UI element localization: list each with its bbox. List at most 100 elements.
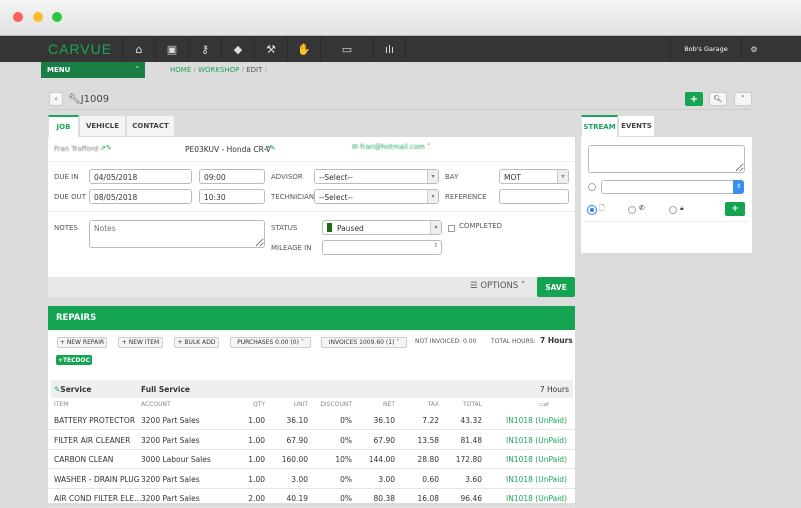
- cell-account: 3000 Labour Sales: [141, 455, 211, 464]
- tab-contact[interactable]: CONTACT: [126, 115, 175, 137]
- cell-qty: 2.00: [248, 494, 265, 503]
- cell-item: BATTERY PROTECTOR: [54, 416, 136, 425]
- cell-tax: 0.60: [422, 474, 439, 484]
- back-button[interactable]: ‹: [49, 92, 63, 106]
- tab-events[interactable]: EVENTS: [618, 115, 655, 137]
- key-icon[interactable]: ⚷: [188, 36, 221, 62]
- new-repair-button[interactable]: + NEW REPAIR: [57, 337, 107, 348]
- breadcrumb-workshop[interactable]: WORKSHOP: [198, 66, 239, 74]
- bay-select[interactable]: MOT: [499, 169, 569, 184]
- handshake-icon[interactable]: ✋: [287, 36, 320, 62]
- breadcrumb-edit: EDIT: [246, 66, 263, 74]
- radio-option[interactable]: [588, 183, 596, 191]
- cell-total: 3.60: [465, 474, 482, 484]
- email-link[interactable]: ✉ fran@hotmail.com ˅: [352, 143, 431, 151]
- minimize-window-button[interactable]: [33, 12, 43, 22]
- radio-note-selected[interactable]: [588, 206, 596, 214]
- divider: [48, 109, 752, 110]
- mileage-input[interactable]: ⇕: [322, 240, 442, 255]
- due-in-time-input[interactable]: 09:00: [199, 169, 265, 184]
- tab-stream[interactable]: STREAM: [581, 115, 618, 137]
- notes-textarea[interactable]: [89, 220, 265, 248]
- col-tax: TAX: [427, 401, 439, 408]
- cell-qty: 1.00: [248, 455, 265, 464]
- cell-net: 80.38: [373, 494, 395, 503]
- search-button[interactable]: 🔍︎: [709, 92, 727, 106]
- advisor-select[interactable]: --Select--: [314, 169, 439, 184]
- customer-name[interactable]: Fran Trafford: [54, 145, 98, 153]
- table-row[interactable]: AIR COND FILTER ELE... 3200 Part Sales 2.0…: [48, 489, 575, 508]
- due-out-date-input[interactable]: 08/05/2018: [89, 189, 192, 204]
- table-row[interactable]: CARBON CLEAN 3000 Labour Sales 1.00 160.00 1…: [48, 450, 575, 469]
- radio-private[interactable]: [669, 206, 677, 214]
- repair-group-name[interactable]: ✎Service: [54, 385, 91, 394]
- maximize-window-button[interactable]: [52, 12, 62, 22]
- cell-account: 3200 Part Sales: [141, 416, 200, 425]
- more-dropdown-button[interactable]: ˅: [734, 92, 752, 106]
- vehicle-label[interactable]: PE03KUV - Honda CR-V: [185, 145, 271, 154]
- invoices-label: INVOICES 1009.60 (1): [328, 339, 395, 346]
- purchases-dropdown[interactable]: PURCHASES 0.00 (0) ˅: [230, 337, 311, 348]
- cell-unit: 67.90: [286, 435, 308, 445]
- home-icon[interactable]: ⌂: [122, 36, 155, 62]
- status-color-swatch: [327, 223, 332, 232]
- hamburger-icon: ☰: [470, 281, 478, 291]
- cell-item: WASHER - DRAIN PLUG: [54, 474, 140, 484]
- due-in-date-input[interactable]: 04/05/2018: [89, 169, 192, 184]
- cell-invoice[interactable]: IN1018 (UnPaid): [506, 455, 567, 464]
- menu-button[interactable]: MENU ˅: [41, 62, 145, 78]
- settings-icon[interactable]: ⚙: [741, 36, 766, 62]
- table-header: ITEM ACCOUNT QTY UNIT DISCOUNT NET TAX T…: [48, 401, 575, 411]
- reference-input[interactable]: [499, 189, 569, 204]
- bay-label: BAY: [445, 173, 459, 181]
- tab-vehicle[interactable]: VEHICLE: [79, 115, 126, 137]
- cell-net: 67.90: [373, 435, 395, 445]
- cell-qty: 1.00: [248, 474, 265, 484]
- edit-customer-icon[interactable]: ⇗✎: [100, 144, 112, 152]
- save-button[interactable]: SAVE: [537, 277, 575, 297]
- radio-call[interactable]: [628, 206, 636, 214]
- address-book-icon[interactable]: ▣: [155, 36, 188, 62]
- table-row[interactable]: BATTERY PROTECTOR 3200 Part Sales 1.00 36.1…: [48, 411, 575, 430]
- logo[interactable]: CARVUE: [48, 41, 112, 57]
- cell-invoice[interactable]: IN1018 (UnPaid): [506, 416, 567, 425]
- money-icon[interactable]: ▭: [320, 36, 373, 62]
- stream-select[interactable]: ⇕: [601, 180, 744, 194]
- cell-invoice[interactable]: IN1018 (UnPaid): [506, 475, 567, 484]
- table-row[interactable]: WASHER - DRAIN PLUG 3200 Part Sales 1.00 3.…: [48, 470, 575, 489]
- window-titlebar: [0, 0, 801, 36]
- add-stream-button[interactable]: +: [725, 202, 745, 216]
- wrench-icon[interactable]: ⚒: [254, 36, 287, 62]
- col-discount: DISCOUNT: [320, 401, 352, 408]
- edit-vehicle-icon[interactable]: ⇗✎: [264, 144, 276, 152]
- close-window-button[interactable]: [13, 12, 23, 22]
- tab-job[interactable]: JOB: [48, 115, 79, 137]
- garage-name[interactable]: Bob's Garage: [670, 36, 741, 62]
- cell-net: 144.00: [368, 455, 395, 464]
- cell-qty: 1.00: [248, 416, 265, 425]
- cell-discount: 0%: [340, 416, 352, 425]
- completed-checkbox[interactable]: [448, 225, 455, 232]
- bulk-add-button[interactable]: + BULK ADD: [174, 337, 219, 348]
- table-row[interactable]: FILTER AIR CLEANER 3200 Part Sales 1.00 67.…: [48, 431, 575, 450]
- due-out-time-input[interactable]: 10:30: [199, 189, 265, 204]
- chart-icon[interactable]: ılı: [373, 36, 406, 62]
- cell-invoice[interactable]: IN1018 (UnPaid): [506, 436, 567, 445]
- total-hours-value: 7 Hours: [540, 336, 573, 345]
- document-icon: 🗋: [599, 204, 605, 212]
- tecdoc-button[interactable]: +TECDOC: [56, 355, 92, 365]
- box-icon[interactable]: ◆: [221, 36, 254, 62]
- stream-textarea[interactable]: [588, 145, 745, 173]
- invoices-dropdown[interactable]: INVOICES 1009.60 (1) ˅: [321, 337, 407, 348]
- cell-account: 3200 Part Sales: [141, 494, 200, 503]
- status-select[interactable]: Paused: [322, 220, 442, 235]
- cell-total: 81.48: [460, 435, 482, 445]
- technician-select[interactable]: --Select--: [314, 189, 439, 204]
- new-item-button[interactable]: + NEW ITEM: [118, 337, 163, 348]
- cell-item: FILTER AIR CLEANER: [54, 435, 131, 445]
- cell-invoice[interactable]: IN1018 (UnPaid): [506, 494, 567, 503]
- cell-item: CARBON CLEAN: [54, 455, 114, 464]
- options-dropdown[interactable]: ☰ OPTIONS ˅: [470, 281, 525, 291]
- breadcrumb-home[interactable]: HOME: [170, 66, 191, 74]
- add-button[interactable]: +: [685, 92, 703, 106]
